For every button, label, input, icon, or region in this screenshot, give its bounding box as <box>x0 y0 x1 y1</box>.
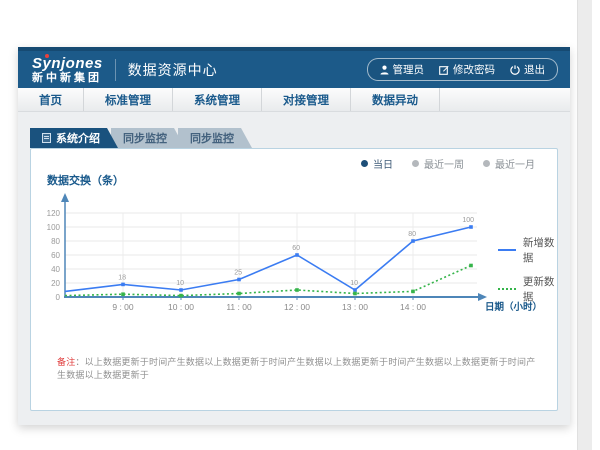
legend-item-new-data: 新增数据 <box>498 235 557 265</box>
radio-today[interactable]: 当日 <box>361 156 393 171</box>
header-divider <box>115 59 116 81</box>
brand-logo-text: Synjones <box>32 56 103 71</box>
radio-selected-icon <box>361 160 368 167</box>
screen: Synjones 新中新集团 数据资源中心 管理员 修改密码 退出 <box>0 0 600 450</box>
radio-unselected-icon <box>483 160 490 167</box>
radio-last-week[interactable]: 最近一周 <box>412 156 464 171</box>
svg-text:100: 100 <box>47 223 61 232</box>
svg-text:25: 25 <box>234 270 242 277</box>
svg-text:100: 100 <box>462 217 474 224</box>
svg-text:10: 10 <box>176 280 184 287</box>
svg-text:12 : 00: 12 : 00 <box>284 302 310 312</box>
power-icon <box>510 65 520 75</box>
user-button[interactable]: 管理员 <box>380 62 425 77</box>
scrollbar[interactable] <box>577 0 592 450</box>
svg-text:9 : 00: 9 : 00 <box>112 302 134 312</box>
svg-text:80: 80 <box>51 237 60 246</box>
user-toolbar: 管理员 修改密码 退出 <box>367 58 559 81</box>
page-title: 数据资源中心 <box>128 60 218 80</box>
app-window: Synjones 新中新集团 数据资源中心 管理员 修改密码 退出 <box>18 47 570 425</box>
nav-item-home[interactable]: 首页 <box>18 88 84 111</box>
tab-system-intro[interactable]: 系统介绍 <box>30 128 118 148</box>
chart-legend: 新增数据 更新数据 <box>498 235 557 304</box>
svg-text:10: 10 <box>350 280 358 287</box>
solid-line-swatch <box>498 249 516 251</box>
document-icon <box>42 133 51 143</box>
footnote-prefix: 备注 <box>57 357 75 367</box>
logout-button[interactable]: 退出 <box>510 62 545 77</box>
tab-bar: 系统介绍 同步监控 同步监控 <box>30 128 570 148</box>
svg-text:120: 120 <box>47 209 61 218</box>
nav-item-system-mgmt[interactable]: 系统管理 <box>173 88 262 111</box>
brand-logo[interactable]: Synjones 新中新集团 <box>32 56 103 84</box>
svg-text:80: 80 <box>408 231 416 238</box>
edit-icon <box>439 65 449 75</box>
app-header: Synjones 新中新集团 数据资源中心 管理员 修改密码 退出 <box>18 47 570 88</box>
footnote: 备注：以上数据更新于时间产生数据以上数据更新于时间产生数据以上数据更新于时间产生… <box>57 355 539 381</box>
svg-text:40: 40 <box>51 265 60 274</box>
tab-sync-monitor-1[interactable]: 同步监控 <box>111 128 185 148</box>
svg-text:14 : 00: 14 : 00 <box>400 302 426 312</box>
chart-panel: 当日 最近一周 最近一月 数据交换（条） 0 20 40 60 80 100 120 9 : … <box>30 148 558 411</box>
radio-last-month[interactable]: 最近一月 <box>483 156 535 171</box>
footnote-text: ：以上数据更新于时间产生数据以上数据更新于时间产生数据以上数据更新于时间产生数据… <box>57 357 535 380</box>
legend-item-updated-data: 更新数据 <box>498 274 557 304</box>
nav-item-integration-mgmt[interactable]: 对接管理 <box>262 88 351 111</box>
svg-text:10 : 00: 10 : 00 <box>168 302 194 312</box>
tab-sync-monitor-2[interactable]: 同步监控 <box>178 128 252 148</box>
svg-text:18: 18 <box>118 274 126 281</box>
radio-unselected-icon <box>412 160 419 167</box>
dotted-line-swatch <box>498 288 516 290</box>
main-nav: 首页 标准管理 系统管理 对接管理 数据异动 <box>18 88 570 112</box>
svg-text:60: 60 <box>51 251 60 260</box>
person-icon <box>380 65 389 75</box>
nav-item-data-change[interactable]: 数据异动 <box>351 88 440 111</box>
nav-item-standard-mgmt[interactable]: 标准管理 <box>84 88 173 111</box>
svg-text:20: 20 <box>51 279 60 288</box>
range-filter-group: 当日 最近一周 最近一月 <box>361 156 535 171</box>
svg-text:60: 60 <box>292 245 300 252</box>
line-chart: 0 20 40 60 80 100 120 9 : 00 10 : 00 11 : 00 12 : … <box>33 187 555 321</box>
svg-text:13 : 00: 13 : 00 <box>342 302 368 312</box>
brand-logo-subtext: 新中新集团 <box>32 73 103 84</box>
change-password-button[interactable]: 修改密码 <box>439 62 495 77</box>
svg-text:0: 0 <box>56 293 61 302</box>
logo-accent-dot <box>45 54 49 58</box>
chart-y-axis-title: 数据交换（条） <box>47 172 124 188</box>
svg-text:11 : 00: 11 : 00 <box>226 302 252 312</box>
